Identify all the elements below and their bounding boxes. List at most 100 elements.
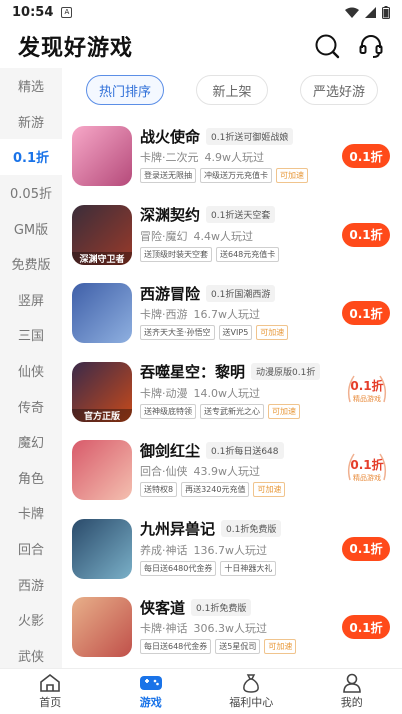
sidebar-item-portrait[interactable]: 竖屏 [0,282,62,318]
sidebar-item-xinyou[interactable]: 新游 [0,104,62,140]
game-tag: 登录送无限抽 [140,168,196,183]
category-sidebar: 精选 新游 0.1折 0.05折 GM版 免费版 竖屏 三国 仙侠 传奇 魔幻 … [0,68,62,668]
search-icon [315,34,340,59]
game-list-item[interactable]: 深渊守卫者 深渊契约 0.1折送天空套 冒险·魔幻 4.4w人玩过 送顶级时装天空套 送64… [62,197,402,276]
game-tag: 送VIP5 [218,325,253,340]
game-list: 战火使命 0.1折送可御姬战娘 卡牌·二次元 4.9w人玩过 登录送无限抽 冲级送万元充值… [62,118,402,668]
customer-service-button[interactable] [358,33,384,59]
game-icon[interactable]: 深渊守卫者 [72,204,132,265]
game-name: 西游冒险 [140,284,201,303]
sidebar-item-xianxia[interactable]: 仙侠 [0,353,62,389]
game-icon[interactable] [72,440,132,500]
headset-icon [359,35,383,58]
sidebar-item-naruto[interactable]: 火影 [0,602,62,638]
speedup-tag: 可加速 [256,325,289,340]
status-time: 10:54 [12,4,54,20]
laurel-icon [347,375,387,402]
game-promo-badge: 动漫原版0.1折 [251,363,321,380]
game-promo-badge: 0.1折送天空套 [206,206,276,223]
nav-mine-label: 我的 [340,696,363,709]
sidebar-item-0.05zhe[interactable]: 0.05折 [0,175,62,211]
game-icon[interactable] [72,126,132,186]
nav-home[interactable]: 首页 [0,669,101,714]
battery-icon [382,5,390,19]
sort-tabs: 热门排序 新上架 严选好游 [62,72,402,108]
nav-mine[interactable]: 我的 [302,669,402,714]
discount-button[interactable]: 0.1折 [342,301,390,325]
moneybag-icon [243,674,260,693]
search-button[interactable] [314,33,340,59]
sidebar-item-jingxuan[interactable]: 精选 [0,68,62,104]
tab-new[interactable]: 新上架 [195,75,268,105]
game-tag: 冲级送万元充值卡 [200,168,272,183]
game-list-item[interactable]: 九州异兽记 0.1折免费版 养成·神话 136.7w人玩过 每日送6480代金券 十日神器… [62,511,402,590]
sidebar-item-role[interactable]: 角色 [0,460,62,496]
game-list-item[interactable]: 御剑红尘 0.1折每日送648 回合·仙侠 43.9w人玩过 送特权8 再送3240元充值… [62,432,402,511]
game-icon-label: 官方正版 [72,408,132,422]
sidebar-item-free[interactable]: 免费版 [0,246,62,282]
sidebar-item-turn[interactable]: 回合 [0,531,62,567]
page-title: 发现好游戏 [18,36,134,61]
game-tag: 送神级底特领 [140,403,196,419]
app-header: 发现好游戏 [0,24,402,68]
bottom-nav: 首页 游戏 福利中心 我的 [0,668,402,714]
signal-icon [365,6,376,18]
discount-seal[interactable]: 0.1折 精品游戏 [342,444,392,494]
game-promo-badge: 0.1折免费版 [221,520,282,537]
game-tag: 送648元充值卡 [216,246,280,262]
game-promo-badge: 0.1折每日送648 [206,441,284,459]
game-icon[interactable] [72,283,132,343]
game-list-item[interactable]: 西游冒险 0.1折国潮西游 卡牌·西游 16.7w人玩过 送齐天大圣·孙悟空 送VIP5 可… [62,275,402,354]
wifi-icon [345,7,359,18]
nav-welfare[interactable]: 福利中心 [201,669,302,714]
game-players: 43.9w人玩过 [193,465,261,478]
game-promo-badge: 0.1折送可御姬战娘 [206,127,294,145]
game-tag: 十日神器大礼 [220,560,277,576]
nav-welfare-label: 福利中心 [229,696,274,709]
status-bar: 10:54 A [0,0,402,24]
game-genre: 卡牌·二次元 [140,151,199,164]
game-promo-badge: 0.1折国潮西游 [206,284,276,302]
discount-button[interactable]: 0.1折 [342,615,390,639]
game-genre: 养成·神话 [140,543,188,557]
speedup-tag: 可加速 [253,482,286,497]
gamepad-icon [139,676,162,690]
game-tag: 送5星侃司 [215,639,261,654]
game-players: 14.0w人玩过 [193,386,261,400]
game-icon[interactable]: 官方正版 [72,361,132,422]
game-list-item[interactable]: 战火使命 0.1折送可御姬战娘 卡牌·二次元 4.9w人玩过 登录送无限抽 冲级送万元充值… [62,118,402,197]
sidebar-item-sanguo[interactable]: 三国 [0,317,62,353]
status-indicators [345,5,390,19]
game-tag: 再送3240元充值 [181,482,250,497]
game-list-item[interactable]: 侠客道 0.1折免费版 卡牌·神话 306.3w人玩过 每日送648代金券 送5星侃司 可加… [62,589,402,668]
game-tag: 送齐天大圣·孙悟空 [140,325,215,340]
sidebar-item-card[interactable]: 卡牌 [0,495,62,531]
game-icon[interactable] [72,518,132,579]
game-tag: 送特权8 [140,482,178,497]
game-genre: 回合·仙侠 [140,465,188,478]
nav-games[interactable]: 游戏 [101,669,202,714]
discount-button[interactable]: 0.1折 [342,144,390,168]
game-list-item[interactable]: 官方正版 吞噬星空：黎明 动漫原版0.1折 卡牌·动漫 14.0w人玩过 送神级底特领 送专… [62,354,402,433]
nav-home-label: 首页 [39,696,62,709]
user-icon [342,673,361,693]
sidebar-item-0.1zhe[interactable]: 0.1折 [0,139,62,175]
game-tag: 每日送648代金券 [140,639,212,654]
game-icon[interactable] [72,597,132,657]
game-tag: 每日送6480代金券 [140,560,217,576]
game-players: 306.3w人玩过 [193,622,268,635]
tab-curated[interactable]: 严选好游 [299,75,378,105]
sidebar-item-chuanqi[interactable]: 传奇 [0,388,62,424]
sidebar-item-mohuan[interactable]: 魔幻 [0,424,62,460]
sidebar-item-wuxia[interactable]: 武侠 [0,638,62,669]
game-tag: 送顶级时装天空套 [140,246,212,262]
home-icon [40,673,61,692]
discount-seal[interactable]: 0.1折 精品游戏 [342,366,392,416]
discount-button[interactable]: 0.1折 [342,222,390,247]
game-genre: 卡牌·动漫 [140,386,188,400]
discount-button[interactable]: 0.1折 [342,536,390,561]
sidebar-item-gm[interactable]: GM版 [0,210,62,246]
sidebar-item-xiyou[interactable]: 西游 [0,566,62,602]
notification-icon: A [61,6,73,18]
tab-hot[interactable]: 热门排序 [85,75,164,105]
